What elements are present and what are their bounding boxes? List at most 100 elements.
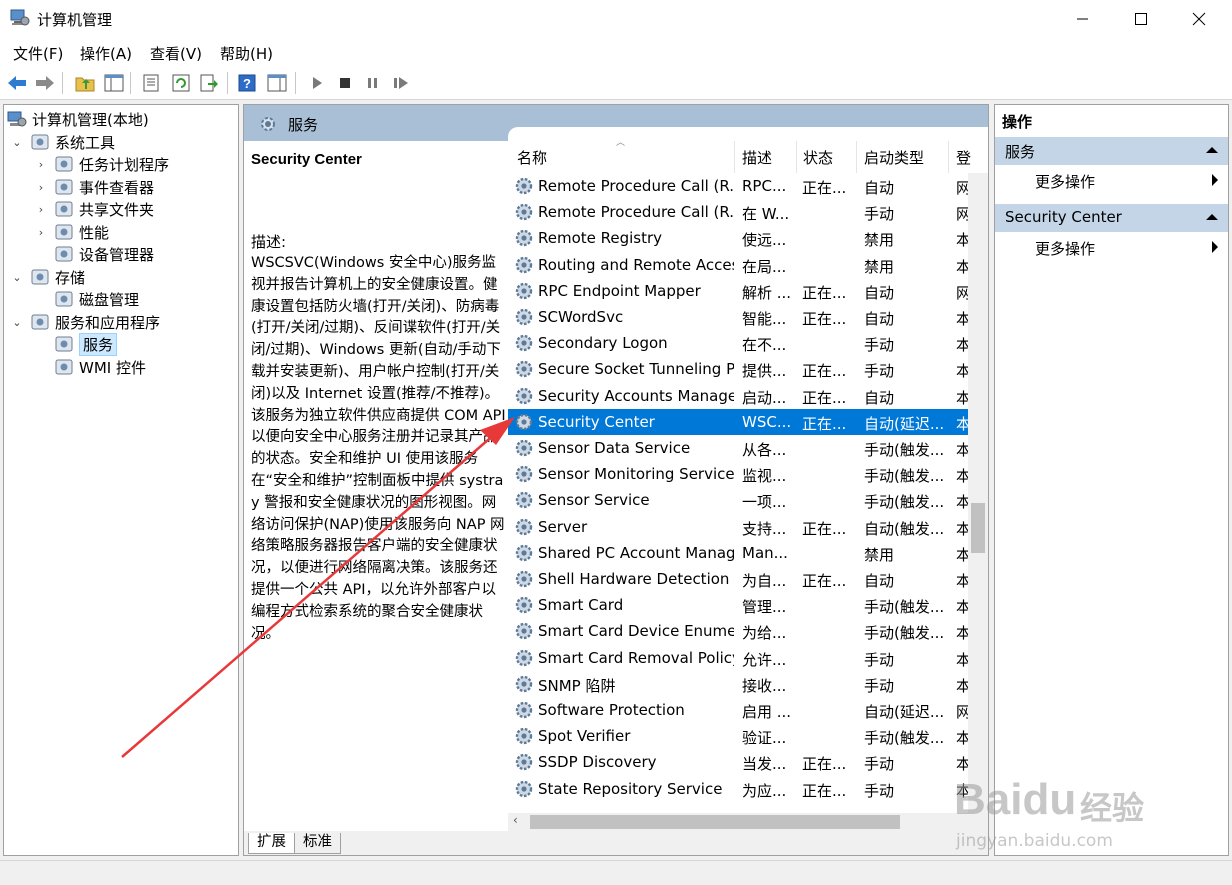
table-row[interactable]: Server 支持... 正在... 自动(触发... 本 <box>508 514 968 540</box>
service-description-cell: Man... <box>742 543 788 562</box>
service-gear-icon <box>515 544 533 561</box>
actions-header: 操作 <box>1002 113 1033 131</box>
table-row[interactable]: Routing and Remote Access 在局... 禁用 本 <box>508 252 968 278</box>
tree-item[interactable]: › 事件查看器 <box>34 176 154 198</box>
tree-item[interactable]: › 共享文件夹 <box>34 198 154 220</box>
column-header-startup-type[interactable]: 启动类型 <box>864 147 924 168</box>
start-service-button[interactable] <box>306 72 328 94</box>
chevron-right-icon[interactable]: › <box>34 203 48 216</box>
horizontal-scrollbar[interactable]: ‹ <box>508 813 988 831</box>
column-header-logon[interactable]: 登 <box>956 147 971 168</box>
chevron-down-icon[interactable]: ⌄ <box>10 316 24 329</box>
service-status: 正在... <box>802 414 847 433</box>
chevron-right-icon[interactable]: › <box>34 158 48 171</box>
service-status: 正在... <box>802 572 847 590</box>
horizontal-scroll-thumb[interactable] <box>530 815 900 829</box>
menu-help[interactable]: 帮助(H) <box>220 43 273 64</box>
tree-root[interactable]: 计算机管理(本地) <box>7 108 149 130</box>
close-button[interactable] <box>1176 0 1222 38</box>
refresh-button[interactable] <box>170 72 192 94</box>
stop-service-button[interactable] <box>334 72 356 94</box>
menu-action[interactable]: 操作(A) <box>80 43 132 64</box>
toolbar-separator <box>62 72 63 94</box>
play-icon <box>313 77 322 89</box>
table-row[interactable]: Secondary Logon 在不... 手动 本 <box>508 330 968 356</box>
maximize-button[interactable] <box>1118 0 1164 38</box>
table-row[interactable]: Shared PC Account Manager Man... 禁用 本 <box>508 540 968 566</box>
service-gear-icon <box>515 596 533 614</box>
table-row[interactable]: Sensor Service 一项... 手动(触发... 本 <box>508 487 968 513</box>
service-status: 正在... <box>802 755 847 774</box>
table-row[interactable]: Remote Procedure Call (R... 在 W... 手动 网 <box>508 199 968 225</box>
table-row[interactable]: Remote Registry 使远... 禁用 本 <box>508 225 968 251</box>
table-row[interactable]: Shell Hardware Detection 为自... 正在... 自动 本 <box>508 566 968 592</box>
scroll-left-icon[interactable]: ‹ <box>513 813 518 827</box>
table-row[interactable]: Sensor Data Service 从各... 手动(触发... 本 <box>508 435 968 461</box>
back-button[interactable] <box>6 72 28 94</box>
collapse-up-icon[interactable] <box>1206 213 1218 221</box>
tree-item[interactable]: 磁盘管理 <box>34 288 139 310</box>
table-row[interactable]: Secure Socket Tunneling P... 提供... 正在... 手动… <box>508 356 968 382</box>
forward-button[interactable] <box>34 72 56 94</box>
column-separator[interactable] <box>948 141 949 173</box>
chevron-down-icon[interactable]: ⌄ <box>10 136 24 149</box>
actions-section-services[interactable]: 服务 <box>995 137 1228 165</box>
service-startup-type: 手动 <box>864 336 895 355</box>
table-row[interactable]: State Repository Service 为应... 正在... 手动本 <box>508 776 968 802</box>
tree-item[interactable]: ⌄ 存储 <box>10 266 85 288</box>
properties-button[interactable] <box>140 72 162 94</box>
menu-view[interactable]: 查看(V) <box>150 43 202 64</box>
table-row[interactable]: Sensor Monitoring Service 监视... 手动(触发... 本 <box>508 461 968 487</box>
minimize-button[interactable] <box>1060 0 1106 38</box>
restart-service-button[interactable] <box>390 72 412 94</box>
column-separator[interactable] <box>796 141 797 173</box>
tree-item[interactable]: ⌄ 服务和应用程序 <box>10 311 160 333</box>
service-description-cell: 为自... <box>742 572 787 590</box>
tree-item[interactable]: 服务 <box>34 332 118 356</box>
vertical-scrollbar[interactable] <box>968 173 988 813</box>
tree-item[interactable]: › 任务计划程序 <box>34 153 169 175</box>
table-row[interactable]: Spot Verifier 验证... 手动(触发... 本 <box>508 723 968 749</box>
table-row[interactable]: Smart Card Removal Policy 允许... 手动 本 <box>508 645 968 671</box>
table-row[interactable]: Security Accounts Manager 启动... 正在... 自动 本 <box>508 383 968 409</box>
collapse-up-icon[interactable] <box>1206 146 1218 154</box>
table-row[interactable]: Remote Procedure Call (R... RPC... 正在... 自动… <box>508 173 968 199</box>
more-actions-item[interactable]: 更多操作 <box>1035 171 1218 192</box>
tree-item-label: 服务和应用程序 <box>55 313 161 332</box>
tab-extended[interactable]: 扩展 <box>248 833 295 854</box>
tree-item[interactable]: › 性能 <box>34 221 109 243</box>
tree-item[interactable]: WMI 控件 <box>34 356 146 378</box>
table-row[interactable]: Security Center WSC... 正在... 自动(延迟... 本 <box>508 408 968 435</box>
column-separator[interactable] <box>734 141 735 173</box>
service-startup-type: 手动 <box>864 781 895 800</box>
column-header-status[interactable]: 状态 <box>803 147 833 168</box>
service-description-cell: 为应... <box>742 781 787 800</box>
table-row[interactable]: Software Protection 启用 ... 自动(延迟... 网 <box>508 697 968 723</box>
table-row[interactable]: SCWordSvc 智能... 正在... 自动 本 <box>508 304 968 330</box>
actions-section-security-center[interactable]: Security Center <box>995 204 1228 232</box>
column-header-description[interactable]: 描述 <box>742 147 772 168</box>
more-actions-item[interactable]: 更多操作 <box>1035 238 1218 259</box>
service-name: Shared PC Account Manager <box>538 543 734 562</box>
help-button[interactable]: ? <box>236 72 258 94</box>
tree-item[interactable]: ⌄ 系统工具 <box>10 131 115 153</box>
table-row[interactable]: Smart Card Device Enumer... 为给... 手动(触发...… <box>508 618 968 644</box>
table-row[interactable]: RPC Endpoint Mapper 解析 ... 正在... 自动 网 <box>508 278 968 304</box>
column-header-name[interactable]: 名称 <box>517 147 547 168</box>
chevron-right-icon[interactable]: › <box>34 181 48 194</box>
chevron-right-icon[interactable]: › <box>34 226 48 239</box>
table-row[interactable]: Smart Card 管理... 手动(触发... 本 <box>508 592 968 618</box>
vertical-scroll-thumb[interactable] <box>971 503 985 553</box>
table-row[interactable]: SNMP 陷阱 接收... 手动 本 <box>508 671 968 697</box>
column-separator[interactable] <box>856 141 857 173</box>
tab-standard[interactable]: 标准 <box>294 833 341 854</box>
tree-item[interactable]: 设备管理器 <box>34 243 154 265</box>
chevron-down-icon[interactable]: ⌄ <box>10 271 24 284</box>
table-row[interactable]: SSDP Discovery 当发... 正在... 手动 本 <box>508 749 968 775</box>
pause-service-button[interactable] <box>362 72 384 94</box>
export-list-button[interactable] <box>198 72 220 94</box>
action-pane-button[interactable] <box>266 72 288 94</box>
up-folder-button[interactable] <box>74 72 96 94</box>
menu-file[interactable]: 文件(F) <box>13 43 63 64</box>
show-hide-tree-button[interactable] <box>103 72 125 94</box>
